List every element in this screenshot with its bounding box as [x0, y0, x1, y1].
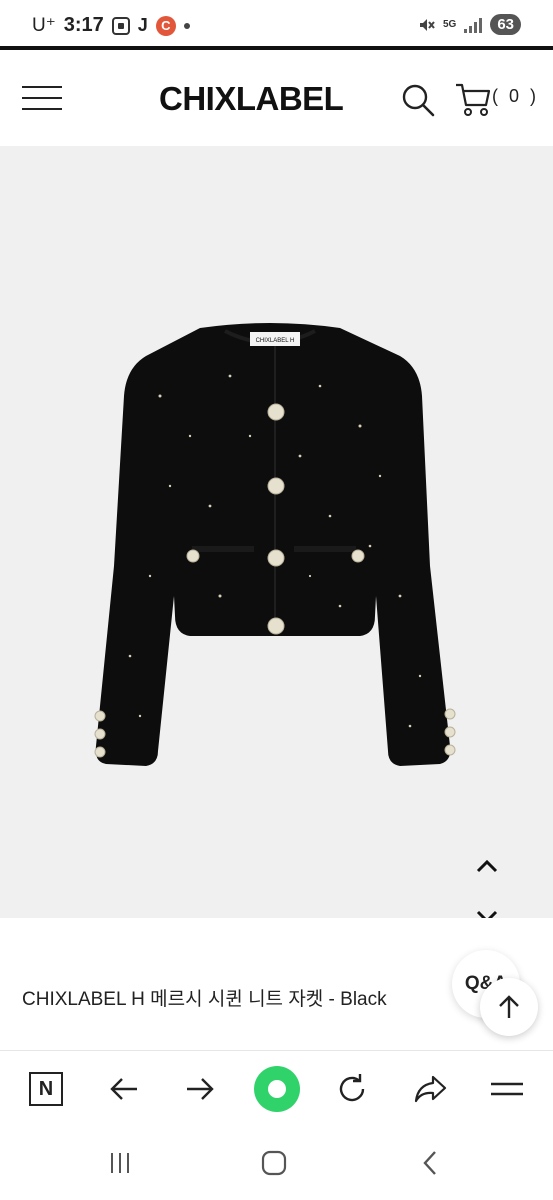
cart-count[interactable]: ( 0 )	[492, 86, 539, 107]
status-left: U⁺ 3:17 J C	[32, 14, 190, 37]
j-notification-icon: J	[137, 15, 148, 35]
signal-icon	[464, 17, 483, 33]
recent-apps-icon[interactable]	[105, 1148, 135, 1178]
arrow-up-icon	[499, 995, 519, 1018]
back-nav-icon[interactable]	[416, 1148, 446, 1178]
more-menu-button[interactable]	[487, 1069, 527, 1109]
network-type-icon: 5G	[442, 18, 457, 30]
status-time: 3:17	[63, 14, 104, 36]
product-info: CHIXLABEL H 메르시 시퀸 니트 자켓 - Black Q&A	[0, 918, 553, 1050]
home-icon[interactable]	[259, 1148, 289, 1178]
refresh-button[interactable]	[332, 1069, 372, 1109]
naver-home-button[interactable]: N	[26, 1069, 66, 1109]
browser-toolbar: N	[0, 1050, 553, 1130]
arrow-right-icon	[187, 1078, 214, 1100]
product-title: CHIXLABEL H 메르시 시퀸 니트 자켓 - Black	[22, 989, 387, 1010]
arrow-left-icon	[110, 1078, 137, 1100]
brand-logo[interactable]: CHIXLABEL	[159, 80, 344, 118]
battery-icon: 63	[490, 14, 521, 35]
cart-icon[interactable]	[454, 80, 492, 118]
jacket-illustration: CHIXLABEL H	[94, 323, 456, 766]
status-right: 5G 63	[417, 14, 521, 35]
screenshot-icon	[111, 16, 130, 35]
system-nav-bar	[0, 1130, 553, 1200]
menu-lines-icon	[491, 1082, 523, 1096]
green-dot-button[interactable]	[253, 1065, 301, 1113]
c-app-icon: C	[155, 15, 176, 36]
forward-button[interactable]	[180, 1069, 220, 1109]
share-icon	[414, 1075, 447, 1103]
back-button[interactable]	[104, 1069, 144, 1109]
product-image[interactable]: CHIXLABEL H	[0, 146, 553, 924]
scroll-top-button[interactable]	[480, 978, 538, 1036]
share-button[interactable]	[410, 1069, 450, 1109]
menu-icon[interactable]	[22, 86, 62, 112]
chevron-up-icon[interactable]	[472, 855, 502, 877]
jacket-label: CHIXLABEL H	[256, 338, 295, 344]
status-bar: U⁺ 3:17 J C 5G 63	[0, 0, 553, 50]
mute-icon	[419, 18, 435, 31]
refresh-icon	[339, 1074, 365, 1102]
green-dot-icon	[254, 1066, 300, 1112]
site-header: CHIXLABEL ( 0 )	[0, 50, 553, 146]
search-icon[interactable]	[401, 83, 435, 117]
more-notifications-icon	[183, 22, 190, 29]
carrier-label: U⁺	[32, 15, 56, 36]
n-icon: N	[29, 1072, 63, 1106]
